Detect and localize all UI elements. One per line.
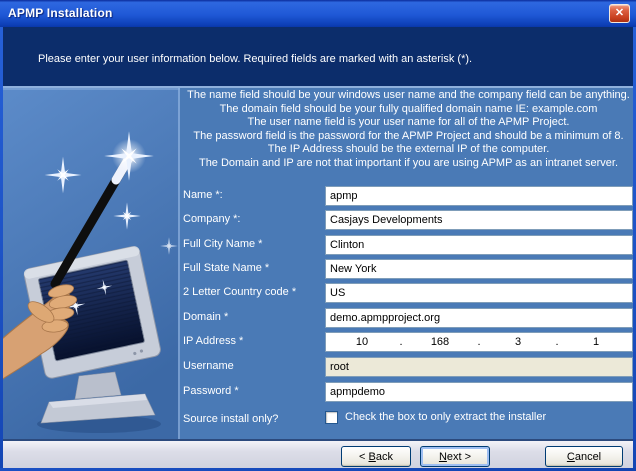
source-install-checkbox[interactable]: [325, 411, 338, 424]
next-button-label: Next >: [438, 450, 472, 463]
note-line: The IP Address should be the external IP…: [267, 143, 550, 155]
source-install-label: Source install only?: [183, 413, 279, 425]
company-label: Company *:: [183, 213, 241, 225]
installer-window: APMP Installation ✕ Please enter your us…: [0, 0, 636, 471]
city-label: Full City Name *: [183, 238, 263, 250]
ip-octet-4[interactable]: 1: [560, 336, 632, 348]
header-panel: Please enter your user information below…: [3, 27, 633, 86]
window-border-left: [0, 27, 3, 471]
ip-address-label: IP Address *: [183, 335, 244, 347]
domain-input[interactable]: [325, 308, 633, 328]
button-strip: [0, 439, 636, 471]
city-input[interactable]: [325, 235, 633, 255]
note-line: The domain field should be your fully qu…: [219, 102, 598, 115]
close-icon: ✕: [614, 7, 625, 19]
password-label: Password *: [183, 385, 239, 397]
window-title: APMP Installation: [8, 6, 113, 20]
note-line: The name field should be your windows us…: [187, 89, 630, 101]
password-input[interactable]: [325, 382, 633, 402]
next-button[interactable]: Next >: [420, 446, 490, 467]
source-install-checkbox-label: Check the box to only extract the instal…: [345, 411, 547, 423]
ip-octet-3[interactable]: 3: [482, 336, 554, 348]
cancel-button-label: Cancel: [566, 450, 602, 463]
country-code-input[interactable]: [325, 283, 633, 303]
note-line: The user name field is your user name fo…: [247, 116, 570, 128]
ip-octet-1[interactable]: 10: [326, 336, 398, 348]
country-code-label: 2 Letter Country code *: [183, 286, 297, 298]
name-label: Name *:: [183, 189, 223, 201]
back-button-label: < Back: [359, 450, 393, 463]
cancel-button[interactable]: Cancel: [545, 446, 623, 467]
note-line: The password field is the password for t…: [193, 129, 624, 142]
close-button[interactable]: ✕: [609, 4, 630, 23]
username-label: Username: [183, 360, 234, 372]
name-input[interactable]: [325, 186, 633, 206]
title-bar[interactable]: APMP Installation ✕: [0, 0, 636, 27]
state-label: Full State Name *: [183, 262, 270, 274]
ip-address-input[interactable]: 10 . 168 . 3 . 1: [325, 332, 633, 352]
state-input[interactable]: [325, 259, 633, 279]
note-line: The Domain and IP are not that important…: [198, 156, 619, 169]
domain-label: Domain *: [183, 311, 229, 323]
wizard-image: [3, 88, 180, 439]
company-input[interactable]: [325, 210, 633, 230]
instruction-notes: The name field should be your windows us…: [184, 89, 633, 170]
username-input[interactable]: [325, 357, 633, 377]
header-instruction: Please enter your user information below…: [38, 53, 473, 65]
ip-octet-2[interactable]: 168: [404, 336, 476, 348]
back-button[interactable]: < Back: [341, 446, 411, 467]
